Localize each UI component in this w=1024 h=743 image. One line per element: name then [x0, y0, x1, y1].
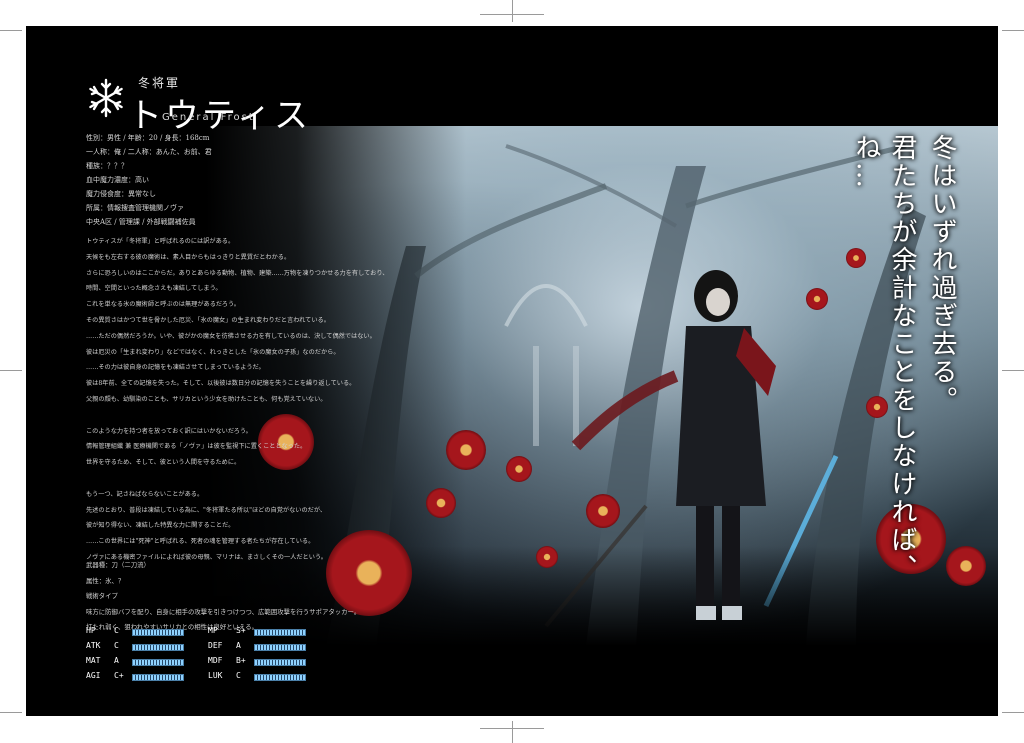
camellia-flower: [506, 456, 532, 482]
story-line: このような力を持つ者を放っておく訳にはいかないだろう。: [86, 427, 252, 435]
stat-bar: [132, 644, 184, 651]
crop-mark: [1002, 30, 1024, 31]
story-line: 情報管理組織 兼 医療機関である「ノヴァ」は彼を監視下に置くこととなった。: [86, 443, 307, 451]
stat-label: LUK: [208, 671, 223, 680]
stat-grade: S+: [236, 626, 246, 635]
story-line: 時間、空間といった概念さえも凍結してしまう。: [86, 285, 222, 293]
crop-mark: [512, 0, 513, 22]
story-line: ……この世界には"死神"と呼ばれる、死者の魂を管理する者たちが存在している。: [86, 538, 315, 546]
stat-grade: C: [114, 641, 119, 650]
stat-label: HP: [86, 626, 96, 635]
crop-mark: [0, 370, 22, 371]
stat-grade: C: [114, 626, 119, 635]
profile-section: 性別：男性 / 年齢：20 / 身長：168cm 一人称：俺 / 二人称：あんた…: [86, 131, 446, 229]
vertical-tagline: 冬はいずれ過ぎ去る。 君たちが余計なことをしなければ、ね…: [851, 134, 960, 604]
tagline-line-1: 冬はいずれ過ぎ去る。: [927, 134, 957, 414]
stat-bar: [254, 674, 306, 681]
stat-bar: [132, 674, 184, 681]
crop-mark: [1002, 370, 1024, 371]
story-line: ……ただの偶然だろうか。いや、彼がかの魔女を彷彿させる力を有しているのは、決して…: [86, 332, 376, 340]
story-line: さらに恐ろしいのはここからだ。ありとあらゆる動物、植物、建築……万物を凍りつかせ…: [86, 269, 389, 277]
story-line: 世界を守るため、そして、彼という人間を守るために。: [86, 459, 241, 467]
weapon-line: 戦術タイプ: [86, 592, 118, 601]
stat-label: AGI: [86, 671, 101, 680]
stat-grade: B+: [236, 656, 246, 665]
profile-line: 一人称：俺 / 二人称：あんた、お前、君: [86, 148, 212, 156]
story-section: トウティスが「冬将軍」と呼ばれるのには訳がある。 天候をも左右する彼の魔術は、素…: [86, 234, 466, 566]
crop-mark: [0, 30, 22, 31]
story-line: [86, 471, 466, 487]
profile-line: 種族：？？？: [86, 162, 128, 170]
crop-mark: [512, 721, 513, 743]
story-line: 彼は8年前、全ての記憶を失った。そして、以後彼は数日分の記憶を失うことを繰り返し…: [86, 380, 356, 388]
story-line: 先述のとおり、普段は凍結している為に、"冬将軍たる所以"ほどの自覚がないのだが、: [86, 506, 327, 514]
character-figure: [676, 270, 776, 620]
character-sheet: 冬将軍 トウティス General Frost 性別：男性 / 年齢：20 / …: [26, 26, 998, 716]
story-line: これを単なる氷の魔術師と呼ぶのは無理があるだろう。: [86, 301, 240, 309]
snowflake-icon: [89, 78, 123, 118]
tagline-line-2: 君たちが余計なことをしなければ、ね…: [851, 134, 917, 582]
stat-label: MAT: [86, 656, 101, 665]
weapon-line: 属性：氷、？: [86, 576, 125, 585]
story-line: ……その力は彼自身の記憶をも凍結させてしまっているようだ。: [86, 364, 265, 372]
crop-mark: [0, 712, 22, 713]
stat-grade: C+: [114, 671, 124, 680]
story-line: 彼は厄災の「生まれ変わり」などではなく、れっきとした「氷の魔女の子孫」なのだから…: [86, 348, 340, 356]
story-line: もう一つ、記さねばならないことがある。: [86, 490, 204, 498]
stat-grade: A: [236, 641, 241, 650]
profile-line: 魔力侵食度：異常なし: [86, 190, 156, 198]
stat-bar: [132, 629, 184, 636]
stat-bar: [132, 659, 184, 666]
character-name-english: General Frost: [162, 112, 255, 123]
stat-label: MP: [208, 626, 218, 635]
stat-grade: A: [114, 656, 119, 665]
story-line: トウティスが「冬将軍」と呼ばれるのには訳がある。: [86, 238, 235, 245]
stat-label: DEF: [208, 641, 223, 650]
stat-label: ATK: [86, 641, 101, 650]
camellia-flower: [586, 494, 620, 528]
profile-line: 血中魔力濃度：高い: [86, 176, 149, 184]
crop-mark: [1002, 712, 1024, 713]
stat-bar: [254, 659, 306, 666]
profile-line: 性別：男性 / 年齢：20 / 身長：168cm: [86, 134, 210, 142]
profile-line: 中央A区 / 管理課 / 外部戦闘補佐員: [86, 218, 196, 226]
camellia-flower: [536, 546, 558, 568]
stats-panel: HP C ATK C MAT A AGI C+ MP S+ DEF A MDF …: [86, 626, 346, 686]
story-line: [86, 408, 466, 424]
stat-label: MDF: [208, 656, 223, 665]
stat-bar: [254, 629, 306, 636]
story-line: 天候をも左右する彼の魔術は、素人目からもはっきりと異質だとわかる。: [86, 253, 291, 261]
weapon-section: 武器種：刀（二刀流） 属性：氷、？ 戦術タイプ 味方に防御バフを配り、自身に相手…: [86, 558, 466, 636]
story-line: 父親の顔も、幼馴染のことも、サリカという少女を助けたことも、何も覚えていない。: [86, 395, 327, 403]
weapon-line: 武器種：刀（二刀流）: [86, 561, 150, 569]
profile-line: 所属：情報捜査管理機関ノヴァ: [86, 204, 184, 212]
camellia-flower: [806, 288, 828, 310]
weapon-line: 味方に防御バフを配り、自身に相手の攻撃を引きつけつつ、広範囲攻撃を行うサポアタッ…: [86, 607, 361, 616]
story-line: 彼が知り得ない、凍結した特異な力に関することだ。: [86, 522, 235, 530]
stat-grade: C: [236, 671, 241, 680]
story-line: その異質さはかつて世を脅かした厄災、「氷の魔女」の生まれ変わりだと言われている。: [86, 316, 330, 324]
stat-bar: [254, 644, 306, 651]
